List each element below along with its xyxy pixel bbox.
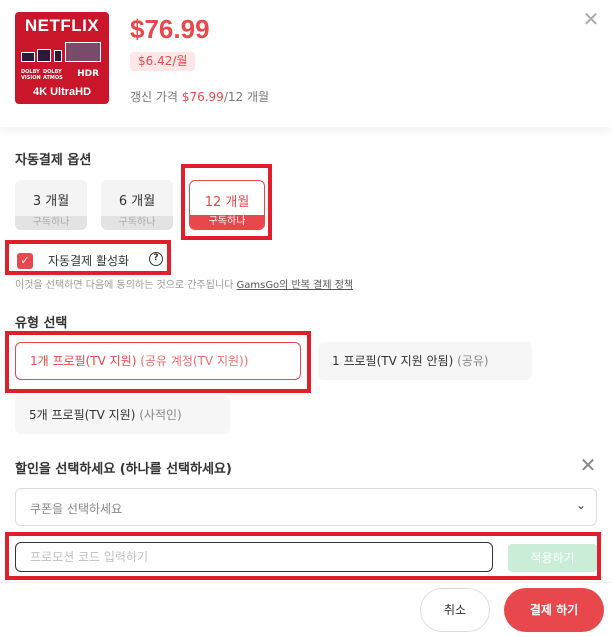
netflix-logo: NETFLIX [24, 16, 100, 35]
type-option-main: 5개 프로필(TV 지원) [29, 408, 136, 422]
coupon-select-placeholder: 쿠폰을 선택하세요 [30, 502, 123, 516]
option-label: 3 개월 [32, 194, 70, 209]
type-title: 유형 선택 [15, 316, 68, 331]
notice-text: 이것을 선택하면 다음에 동의하는 것으로 간주됩니다 [15, 280, 237, 291]
uhd-label: 4K UltraHD [32, 86, 92, 98]
coupon-title: 할인을 선택하세요 (하나를 선택하세요) [15, 462, 232, 477]
price-main: $76.99 [130, 14, 210, 44]
type-option-sub: (공유) [457, 354, 489, 368]
coupon-select[interactable]: 쿠폰을 선택하세요 ⌄ [15, 488, 597, 526]
autopay-notice: 이것을 선택하면 다음에 동의하는 것으로 간주됩니다 GamsGo의 반복 결… [15, 276, 353, 291]
highlight-box [181, 164, 272, 240]
option-label: 6 개월 [118, 194, 156, 209]
chevron-down-icon: ⌄ [575, 498, 586, 512]
type-option-sub: (사적인) [139, 408, 182, 422]
close-icon[interactable]: ✕ [578, 455, 598, 475]
recurring-policy-link[interactable]: GamsGo의 반복 결제 정책 [236, 280, 353, 291]
option-sub: 구독하나 [15, 216, 87, 230]
product-thumbnail: NETFLIX DOLBY VISION DOLBY ATMOS HDR 4K … [15, 12, 109, 104]
type-option-private[interactable]: 5개 프로필(TV 지원) (사적인) [15, 396, 230, 434]
highlight-box [5, 240, 171, 275]
autopay-title: 자동결제 옵션 [15, 153, 92, 168]
highlight-box [5, 331, 311, 393]
close-icon[interactable]: ✕ [580, 8, 602, 30]
hdr-logo: HDR [77, 69, 99, 79]
renew-price: 갱신 가격 $76.99/12 개월 [130, 88, 269, 105]
renew-amount: $76.99 [181, 90, 224, 104]
type-option-main: 1 프로필(TV 지원 안됨) [332, 354, 454, 368]
option-6-months[interactable]: 6 개월 구독하나 [101, 180, 173, 230]
type-option-shared-no-tv[interactable]: 1 프로필(TV 지원 안됨) (공유) [318, 342, 532, 380]
dolby-atmos-logo: DOLBY ATMOS [43, 69, 63, 81]
renew-label: 갱신 가격 [130, 90, 178, 104]
cancel-button[interactable]: 취소 [420, 588, 490, 632]
footer-divider [0, 582, 612, 583]
option-3-months[interactable]: 3 개월 구독하나 [15, 180, 87, 230]
pay-button[interactable]: 결제 하기 [504, 588, 604, 632]
price-monthly-badge: $6.42/월 [130, 52, 196, 71]
device-screens-image [21, 42, 103, 62]
highlight-box [5, 532, 601, 580]
option-sub: 구독하나 [101, 216, 173, 230]
product-header: NETFLIX DOLBY VISION DOLBY ATMOS HDR 4K … [0, 0, 612, 127]
dolby-vision-logo: DOLBY VISION [21, 69, 41, 81]
renew-period: /12 개월 [223, 90, 270, 104]
